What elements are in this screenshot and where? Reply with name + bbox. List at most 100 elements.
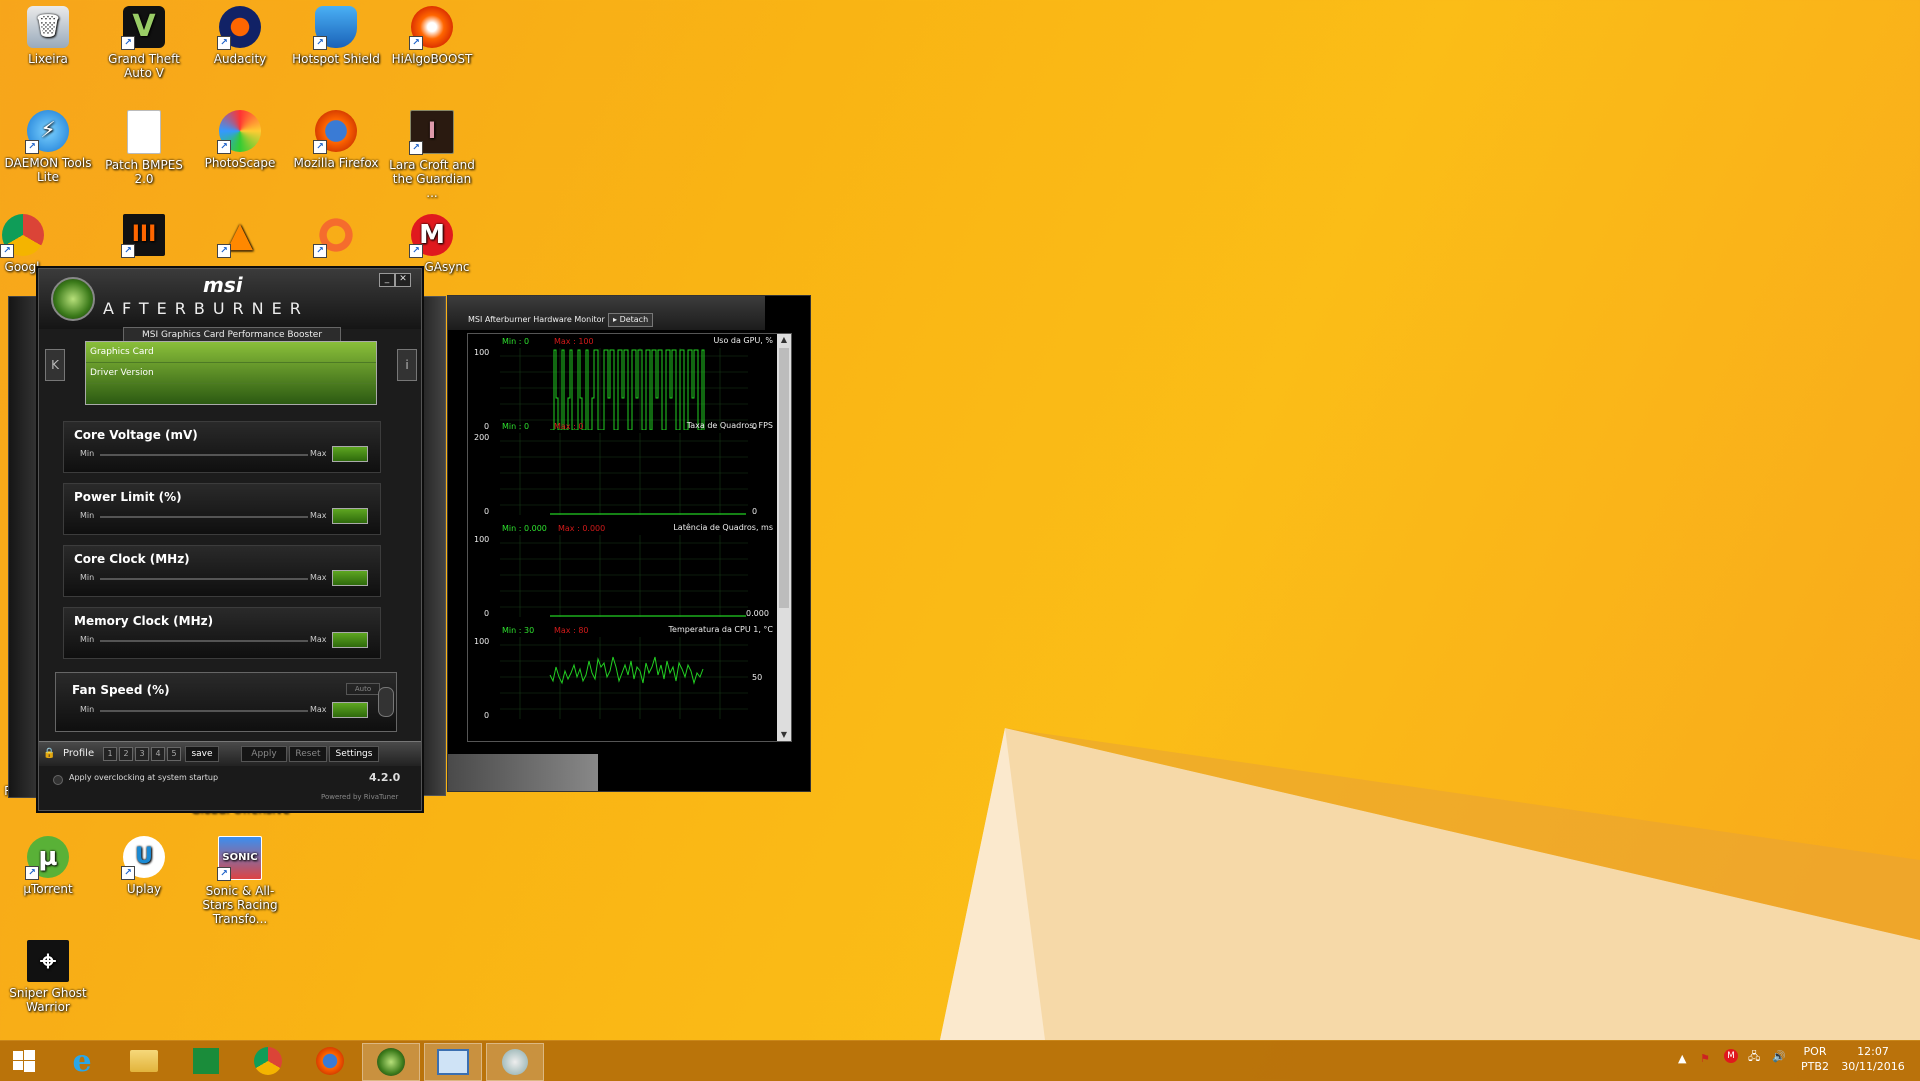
sniper-ghost-warrior-shortcut[interactable]: ⌖ Sniper Ghost Warrior xyxy=(2,934,94,1014)
icon-label: Mozilla Firefox xyxy=(293,156,379,170)
memory-clock-slider[interactable] xyxy=(100,640,308,642)
taskbar-msi-afterburner[interactable] xyxy=(362,1043,420,1081)
core-clock-value[interactable] xyxy=(332,570,368,586)
scrollbar-thumb[interactable] xyxy=(779,348,789,608)
fan-auto-button[interactable]: Auto xyxy=(346,683,380,695)
slider-min-label: Min xyxy=(80,635,95,644)
taskbar-control-panel[interactable] xyxy=(486,1043,544,1081)
close-button[interactable]: ✕ xyxy=(395,273,411,287)
memory-clock-value[interactable] xyxy=(332,632,368,648)
fan-speed-slider[interactable] xyxy=(100,710,308,712)
action-center-flag-icon[interactable]: ⚑ xyxy=(1700,1051,1710,1066)
core-voltage-value[interactable] xyxy=(332,446,368,462)
apply-button[interactable]: Apply xyxy=(241,746,287,762)
powered-by-label: Powered by RivaTuner xyxy=(321,793,399,801)
monitor-title: MSI Afterburner Hardware Monitor xyxy=(468,315,605,324)
fan-speed-control: Fan Speed (%) Auto Min Max xyxy=(55,672,397,732)
lara-croft-shortcut[interactable]: Ⅰ ↗ Lara Croft and the Guardian ... xyxy=(386,104,478,200)
core-clock-slider[interactable] xyxy=(100,578,308,580)
profile-bar: 🔒 Profile 1 2 3 4 5 save Apply Reset Set… xyxy=(39,741,421,766)
black-ops-shortcut[interactable]: III ↗ xyxy=(98,208,190,260)
minimize-button[interactable]: _ xyxy=(379,273,395,287)
taskbar-firefox[interactable] xyxy=(302,1043,358,1079)
patch-bmpes-shortcut[interactable]: Patch BMPES 2.0 xyxy=(98,104,190,186)
profile-slot-1[interactable]: 1 xyxy=(103,747,117,761)
profile-slot-3[interactable]: 3 xyxy=(135,747,149,761)
language-indicator[interactable]: POR PTB2 xyxy=(1796,1044,1834,1074)
taskbar-hardware-monitor[interactable] xyxy=(424,1043,482,1081)
frame-latency-graph: Min : 0.000 Max : 0.000 Latência de Quad… xyxy=(468,521,777,623)
monitor-header[interactable]: MSI Afterburner Hardware Monitor ▸ Detac… xyxy=(448,296,765,330)
cpu-temperature-plot xyxy=(500,637,748,719)
photoscape-icon: ↗ xyxy=(217,110,261,154)
scroll-up-icon[interactable]: ▲ xyxy=(777,334,791,346)
volume-icon[interactable]: 🔊 xyxy=(1772,1049,1786,1064)
power-limit-value[interactable] xyxy=(332,508,368,524)
slider-min-label: Min xyxy=(80,705,95,714)
mega-tray-icon[interactable]: M xyxy=(1724,1049,1738,1063)
settings-button[interactable]: Settings xyxy=(329,746,379,762)
control-panel-icon xyxy=(502,1049,528,1075)
slider-max-label: Max xyxy=(310,511,327,520)
lock-icon[interactable]: 🔒 xyxy=(43,748,55,759)
icon-label: Sniper Ghost Warrior xyxy=(9,986,87,1014)
start-button[interactable] xyxy=(0,1043,48,1079)
icon-label: Sonic & All-Stars Racing Transfo... xyxy=(202,884,278,926)
graph-bottom-label: 0 xyxy=(484,507,490,516)
clock-date: 30/11/2016 xyxy=(1841,1060,1905,1073)
slider-label: Fan Speed (%) xyxy=(72,683,170,697)
audacity-icon: ↗ xyxy=(217,6,261,50)
icon-label: Grand Theft Auto V xyxy=(108,52,180,80)
skin-left-button[interactable]: K xyxy=(45,349,65,381)
taskbar-file-explorer[interactable] xyxy=(116,1043,172,1079)
afterburner-window[interactable]: msi AFTERBURNER _ ✕ MSI Graphics Card Pe… xyxy=(38,268,422,811)
photoscape-shortcut[interactable]: ↗ PhotoScape xyxy=(194,104,286,170)
reset-button[interactable]: Reset xyxy=(289,746,327,762)
save-button[interactable]: save xyxy=(185,746,219,762)
firefox-shortcut[interactable]: ↗ Mozilla Firefox xyxy=(290,104,382,170)
core-voltage-slider[interactable] xyxy=(100,454,308,456)
startup-checkbox[interactable] xyxy=(53,775,63,785)
fan-speed-value[interactable] xyxy=(332,702,368,718)
utorrent-shortcut[interactable]: µ ↗ µTorrent xyxy=(2,830,94,896)
profile-slot-5[interactable]: 5 xyxy=(167,747,181,761)
show-hidden-icons-button[interactable]: ▲ xyxy=(1678,1051,1686,1066)
power-limit-slider[interactable] xyxy=(100,516,308,518)
hotspot-shield-shortcut[interactable]: ↗ Hotspot Shield xyxy=(290,0,382,66)
detach-button[interactable]: ▸ Detach xyxy=(608,313,654,327)
icon-label: Lara Croft and the Guardian ... xyxy=(389,158,475,200)
gasync-shortcut[interactable]: M ↗ GAsync xyxy=(386,208,478,274)
hardware-monitor-window[interactable]: MSI Afterburner Hardware Monitor ▸ Detac… xyxy=(447,295,811,792)
graph-name: Latência de Quadros, ms xyxy=(673,523,773,532)
slider-max-label: Max xyxy=(310,449,327,458)
graph-top-label: 100 xyxy=(474,535,490,544)
fan-link-icon[interactable] xyxy=(378,687,394,717)
keyboard-layout: PTB2 xyxy=(1801,1060,1829,1073)
taskbar-internet-explorer[interactable]: e xyxy=(54,1043,110,1079)
gta-v-shortcut[interactable]: V ↗ Grand Theft Auto V xyxy=(98,0,190,80)
graph-min: Min : 30 xyxy=(502,626,535,635)
icon-label: Lixeira xyxy=(28,52,68,66)
daemon-tools-shortcut[interactable]: ⚡ ↗ DAEMON Tools Lite xyxy=(2,104,94,184)
scroll-down-icon[interactable]: ▼ xyxy=(777,729,791,741)
clock-time: 12:07 xyxy=(1857,1045,1889,1058)
utorrent-icon: µ ↗ xyxy=(25,836,69,880)
chrome-icon xyxy=(254,1047,282,1075)
monitor-scrollbar[interactable]: ▲ ▼ xyxy=(777,334,791,741)
profile-slot-4[interactable]: 4 xyxy=(151,747,165,761)
profile-slot-2[interactable]: 2 xyxy=(119,747,133,761)
info-button[interactable]: i xyxy=(397,349,417,381)
sonic-racing-shortcut[interactable]: SONIC ↗ Sonic & All-Stars Racing Transfo.… xyxy=(194,830,286,926)
vlc-shortcut[interactable]: ▲ ↗ xyxy=(194,208,286,260)
recycle-bin-shortcut[interactable]: 🗑 Lixeira xyxy=(2,0,94,66)
audacity-shortcut[interactable]: ↗ Audacity xyxy=(194,0,286,66)
taskbar-chrome[interactable] xyxy=(240,1043,296,1079)
afterburner-header[interactable]: msi AFTERBURNER _ ✕ xyxy=(39,269,421,329)
chrome-shortcut[interactable]: ↗ Googl xyxy=(0,208,44,274)
hialgoboost-shortcut[interactable]: ↗ HiAlgoBOOST xyxy=(386,0,478,66)
taskbar-store[interactable] xyxy=(178,1043,234,1079)
clock[interactable]: 12:07 30/11/2016 xyxy=(1840,1044,1906,1074)
network-icon[interactable]: 🖧 xyxy=(1748,1049,1760,1064)
uplay-shortcut[interactable]: U ↗ Uplay xyxy=(98,830,190,896)
origin-shortcut[interactable]: ↗ xyxy=(290,208,382,260)
